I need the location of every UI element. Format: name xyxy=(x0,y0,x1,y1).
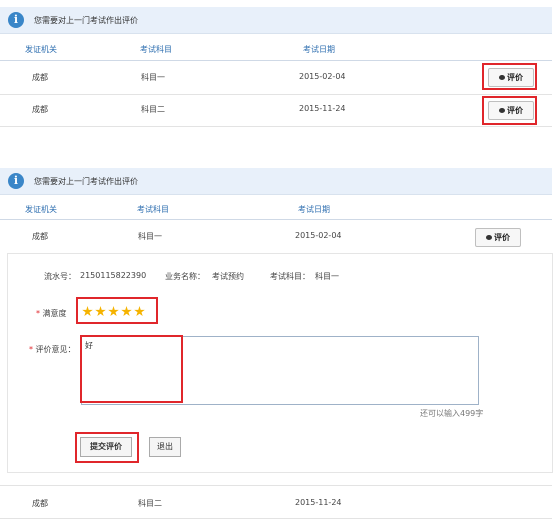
row1-agency: 成都 xyxy=(32,232,48,241)
evaluation-form: 流水号： 2150115822390 业务名称： 考试预约 考试科目： 科目一 … xyxy=(7,253,553,473)
bottom-panel: i 您需要对上一门考试作出评价 发证机关 考试科目 考试日期 成都 科目一 20… xyxy=(0,165,555,524)
info-icon: i xyxy=(8,12,24,28)
serial-label: 流水号： xyxy=(44,272,76,281)
serial-value: 2150115822390 xyxy=(80,271,147,280)
highlight-evaluate-row2 xyxy=(482,96,537,125)
top-panel: i 您需要对上一门考试作出评价 发证机关 考试科目 考试日期 成都 科目一 20… xyxy=(0,0,555,130)
column-header-agency: 发证机关 xyxy=(25,205,57,214)
subject-value: 科目一 xyxy=(315,272,339,281)
row2-agency: 成都 xyxy=(32,499,48,508)
comment-icon xyxy=(486,235,492,240)
subject-label: 考试科目： xyxy=(270,272,310,281)
business-label: 业务名称： xyxy=(165,272,205,281)
row-divider xyxy=(0,126,552,127)
row1-date: 2015-02-04 xyxy=(299,72,346,81)
comment-label-text: 评价意见： xyxy=(35,345,76,354)
column-header-date: 考试日期 xyxy=(303,45,335,54)
notice-bar: i 您需要对上一门考试作出评价 xyxy=(0,7,552,34)
row2-agency: 成都 xyxy=(32,105,48,114)
highlight-evaluate-row1 xyxy=(482,63,537,90)
row1-date: 2015-02-04 xyxy=(295,231,342,240)
remaining-chars: 还可以输入499字 xyxy=(420,409,484,418)
row2-subject: 科目二 xyxy=(141,105,165,114)
info-icon: i xyxy=(8,173,24,189)
column-header-subject: 考试科目 xyxy=(140,45,172,54)
highlight-rating xyxy=(76,297,158,324)
header-divider xyxy=(0,60,552,61)
required-mark: * xyxy=(29,345,33,354)
row2-date: 2015-11-24 xyxy=(295,498,342,507)
highlight-submit xyxy=(75,432,139,463)
required-mark: * xyxy=(36,309,40,318)
satisfaction-text: 满意度 xyxy=(42,309,67,318)
row-divider xyxy=(0,94,552,95)
evaluate-button-row1[interactable]: 评价 xyxy=(475,228,521,247)
satisfaction-label: * 满意度 xyxy=(36,308,67,319)
row-divider xyxy=(0,518,552,519)
row1-subject: 科目一 xyxy=(138,232,162,241)
notice-text: 您需要对上一门考试作出评价 xyxy=(34,16,138,25)
comment-label: * 评价意见： xyxy=(29,344,76,355)
row2-date: 2015-11-24 xyxy=(299,104,346,113)
row2-subject: 科目二 xyxy=(138,499,162,508)
header-divider xyxy=(0,219,552,220)
notice-bar: i 您需要对上一门考试作出评价 xyxy=(0,168,552,195)
business-value: 考试预约 xyxy=(212,272,244,281)
column-header-date: 考试日期 xyxy=(298,205,330,214)
row1-subject: 科目一 xyxy=(141,73,165,82)
notice-text: 您需要对上一门考试作出评价 xyxy=(34,177,138,186)
exit-button[interactable]: 退出 xyxy=(149,437,181,457)
column-header-agency: 发证机关 xyxy=(25,45,57,54)
row-divider xyxy=(0,485,552,486)
row1-agency: 成都 xyxy=(32,73,48,82)
highlight-comment xyxy=(80,335,183,403)
evaluate-label: 评价 xyxy=(494,233,510,242)
column-header-subject: 考试科目 xyxy=(137,205,169,214)
